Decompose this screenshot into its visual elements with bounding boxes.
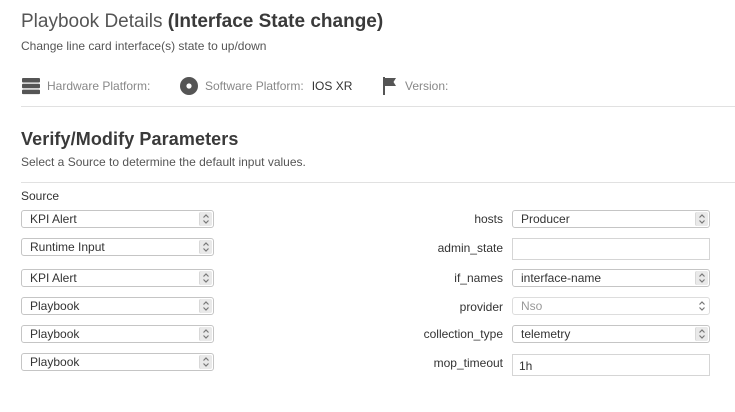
source-select-collection-type[interactable]: Playbook [21,325,214,343]
chevron-updown-icon [696,299,708,313]
source-select-value: Playbook [30,355,80,369]
chevron-updown-icon [695,271,708,285]
param-label-hosts: hosts [474,212,503,226]
software-platform-value: IOS XR [311,79,353,93]
source-select-value: Playbook [30,327,80,341]
source-select-value: KPI Alert [30,212,77,226]
hosts-select-value: Producer [521,212,570,226]
source-select-value: Runtime Input [30,240,105,254]
section-description: Select a Source to determine the default… [21,155,306,169]
source-select-value: Playbook [30,299,80,313]
source-select-mop-timeout[interactable]: Playbook [21,353,214,371]
page-title: Playbook Details (Interface State change… [21,11,384,32]
software-platform-label: Software Platform: [205,79,304,93]
playbook-name: (Interface State change) [167,11,384,32]
chevron-updown-icon [695,212,708,226]
provider-select[interactable]: Nso [512,297,710,315]
software-platform: Software Platform: IOS XR [180,75,352,97]
divider [21,106,735,107]
version: Version: [382,75,456,97]
admin-state-input[interactable] [512,238,710,260]
section-title: Verify/Modify Parameters [21,129,239,149]
source-column-label: Source [21,189,60,203]
source-select-provider[interactable]: Playbook [21,297,214,315]
chevron-updown-icon [695,327,708,341]
param-label-admin-state: admin_state [437,241,503,255]
hosts-select[interactable]: Producer [512,210,710,228]
hardware-platform: Hardware Platform: [22,75,158,97]
mop-timeout-input[interactable]: 1h [512,354,710,376]
param-label-if-names: if_names [454,271,503,285]
source-select-if-names[interactable]: KPI Alert [21,269,214,287]
page-subtitle: Change line card interface(s) state to u… [21,39,267,53]
chevron-updown-icon [199,212,212,226]
if-names-select[interactable]: interface-name [512,269,710,287]
version-label: Version: [405,79,449,93]
chevron-updown-icon [199,299,212,313]
collection-type-select[interactable]: telemetry [512,325,710,343]
param-label-mop-timeout: mop_timeout [433,356,503,370]
collection-type-select-value: telemetry [521,327,571,341]
divider [21,182,735,183]
flag-icon [383,77,396,95]
disc-icon [180,77,198,95]
if-names-select-value: interface-name [521,271,602,285]
chevron-updown-icon [199,271,212,285]
hardware-platform-label: Hardware Platform: [47,79,151,93]
chevron-updown-icon [199,240,212,254]
param-label-collection-type: collection_type [423,327,503,341]
param-label-provider: provider [459,300,503,314]
source-select-hosts[interactable]: KPI Alert [21,210,214,228]
source-select-value: KPI Alert [30,271,77,285]
source-select-admin-state[interactable]: Runtime Input [21,238,214,256]
server-icon [22,78,40,95]
provider-select-value: Nso [521,299,543,313]
chevron-updown-icon [199,327,212,341]
chevron-updown-icon [199,355,212,369]
